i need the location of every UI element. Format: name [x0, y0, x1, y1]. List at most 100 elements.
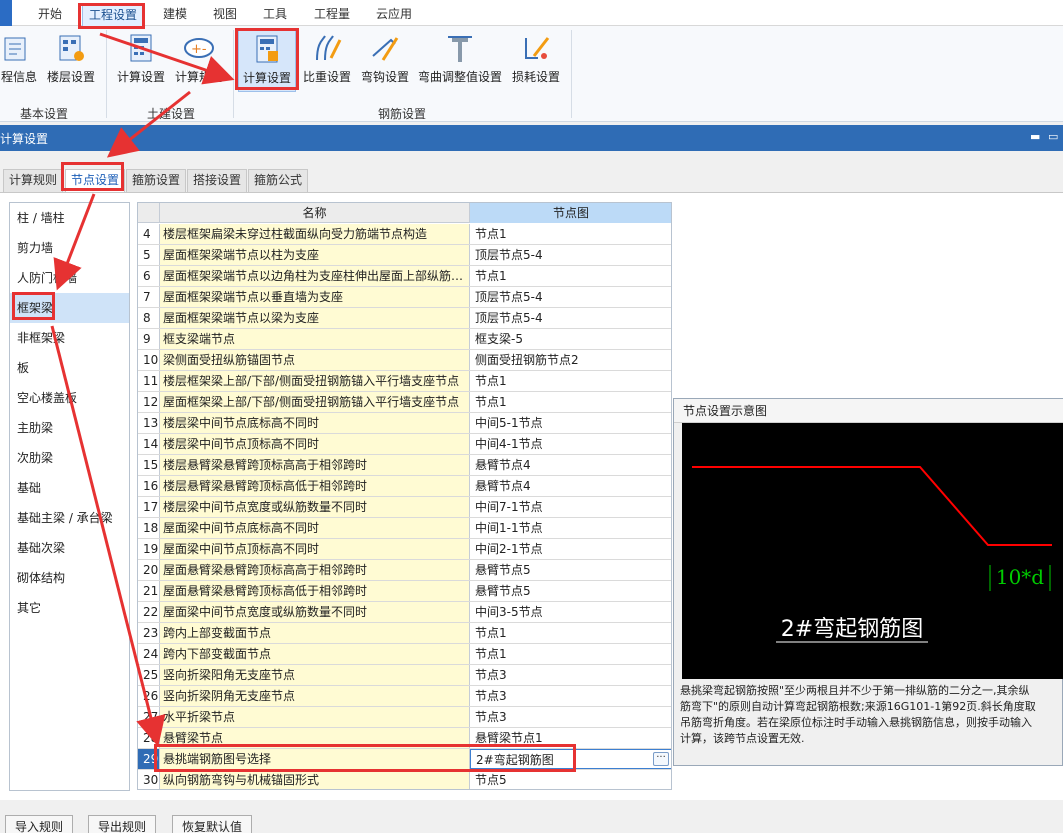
- app-logo-icon[interactable]: [0, 0, 12, 26]
- table-row[interactable]: 22 屋面梁中间节点宽度或纵筋数量不同时 中间3-5节点: [138, 602, 671, 623]
- hook-settings-button[interactable]: 弯钩设置: [358, 30, 412, 92]
- tab-calc-rules[interactable]: 计算规则: [3, 169, 64, 192]
- rebar-loss-icon: [525, 37, 550, 59]
- row-diagram-cell[interactable]: 悬臂节点5: [470, 560, 671, 580]
- row-diagram-cell[interactable]: 框支梁-5: [470, 329, 671, 349]
- row-diagram-cell[interactable]: 中间4-1节点: [470, 434, 671, 454]
- table-row[interactable]: 5 屋面框架梁端节点以柱为支座 顶层节点5-4: [138, 245, 671, 266]
- row-diagram-cell[interactable]: 中间2-1节点: [470, 539, 671, 559]
- nav-item-column-wall-column[interactable]: 柱 / 墙柱: [10, 203, 129, 233]
- row-diagram-cell[interactable]: 节点5: [470, 770, 671, 789]
- row-number: 22: [138, 602, 160, 622]
- table-row[interactable]: 8 屋面框架梁端节点以梁为支座 顶层节点5-4: [138, 308, 671, 329]
- restore-default-button[interactable]: 恢复默认值: [172, 815, 253, 833]
- civil-calc-rules-button[interactable]: +- 计算规则: [172, 30, 226, 92]
- table-row[interactable]: 19 屋面梁中间节点顶标高不同时 中间2-1节点: [138, 539, 671, 560]
- table-row[interactable]: 10 梁侧面受扭纵筋锚固节点 侧面受扭钢筋节点2: [138, 350, 671, 371]
- grid-header-diagram[interactable]: 节点图: [470, 203, 671, 223]
- table-row[interactable]: 16 楼层悬臂梁悬臂跨顶标高低于相邻跨时 悬臂节点4: [138, 476, 671, 497]
- table-row[interactable]: 24 跨内下部变截面节点 节点1: [138, 644, 671, 665]
- floor-settings-button[interactable]: 楼层设置: [44, 30, 98, 92]
- tab-stirrup-formula[interactable]: 箍筋公式: [248, 169, 309, 192]
- table-row[interactable]: 4 楼层框架扁梁未穿过柱截面纵向受力筋端节点构造 节点1: [138, 224, 671, 245]
- nav-item-masonry-structure[interactable]: 砌体结构: [10, 563, 129, 593]
- table-row[interactable]: 30 纵向钢筋弯钩与机械锚固形式 节点5: [138, 770, 671, 789]
- row-diagram-cell[interactable]: 悬臂节点4: [470, 455, 671, 475]
- grid-header-name[interactable]: 名称: [160, 203, 470, 223]
- loss-settings-button[interactable]: 损耗设置: [509, 30, 563, 92]
- table-row[interactable]: 13 楼层梁中间节点底标高不同时 中间5-1节点: [138, 413, 671, 434]
- menu-tab-quantity[interactable]: 工程量: [308, 5, 356, 26]
- row-diagram-cell[interactable]: 节点1: [470, 623, 671, 643]
- menu-tab-cloud[interactable]: 云应用: [370, 5, 418, 26]
- table-row[interactable]: 17 楼层梁中间节点宽度或纵筋数量不同时 中间7-1节点: [138, 497, 671, 518]
- menu-tab-start[interactable]: 开始: [32, 5, 68, 26]
- nav-item-non-frame-beam[interactable]: 非框架梁: [10, 323, 129, 353]
- calc-rules-icon: +-: [184, 38, 214, 58]
- table-row[interactable]: 27 水平折梁节点 节点3: [138, 707, 671, 728]
- bend-adjust-settings-button[interactable]: 弯曲调整值设置: [415, 30, 505, 92]
- menu-tab-tools[interactable]: 工具: [257, 5, 293, 26]
- table-row[interactable]: 15 楼层悬臂梁悬臂跨顶标高高于相邻跨时 悬臂节点4: [138, 455, 671, 476]
- row-diagram-cell[interactable]: 节点1: [470, 266, 671, 286]
- table-row[interactable]: 20 屋面悬臂梁悬臂跨顶标高高于相邻跨时 悬臂节点5: [138, 560, 671, 581]
- row-name-cell: 楼层框架扁梁未穿过柱截面纵向受力筋端节点构造: [160, 224, 470, 244]
- menu-tab-modeling[interactable]: 建模: [157, 5, 193, 26]
- nav-item-other[interactable]: 其它: [10, 593, 129, 623]
- row-diagram-cell[interactable]: 节点1: [470, 392, 671, 412]
- row-diagram-cell[interactable]: 节点1: [470, 644, 671, 664]
- table-row[interactable]: 9 框支梁端节点 框支梁-5: [138, 329, 671, 350]
- row-name-cell: 竖向折梁阳角无支座节点: [160, 665, 470, 685]
- row-diagram-cell[interactable]: 侧面受扭钢筋节点2: [470, 350, 671, 370]
- export-rules-button[interactable]: 导出规则: [88, 815, 157, 833]
- row-diagram-cell[interactable]: 中间7-1节点: [470, 497, 671, 517]
- table-row[interactable]: 21 屋面悬臂梁悬臂跨顶标高低于相邻跨时 悬臂节点5: [138, 581, 671, 602]
- nav-item-foundation-main-beam[interactable]: 基础主梁 / 承台梁: [10, 503, 129, 533]
- row-diagram-cell[interactable]: 节点3: [470, 686, 671, 706]
- nav-item-foundation[interactable]: 基础: [10, 473, 129, 503]
- row-diagram-value: 节点3: [475, 668, 507, 682]
- table-row[interactable]: 11 楼层框架梁上部/下部/侧面受扭钢筋锚入平行墙支座节点 节点1: [138, 371, 671, 392]
- table-row[interactable]: 6 屋面框架梁端节点以边角柱为支座柱伸出屋面上部纵筋… 节点1: [138, 266, 671, 287]
- tab-lap-settings[interactable]: 搭接设置: [187, 169, 248, 192]
- table-row[interactable]: 26 竖向折梁阴角无支座节点 节点3: [138, 686, 671, 707]
- nav-item-main-rib-beam[interactable]: 主肋梁: [10, 413, 129, 443]
- row-diagram-cell[interactable]: 顶层节点5-4: [470, 287, 671, 307]
- table-row[interactable]: 12 屋面框架梁上部/下部/侧面受扭钢筋锚入平行墙支座节点 节点1: [138, 392, 671, 413]
- row-diagram-value: 节点1: [475, 647, 507, 661]
- nav-item-shear-wall[interactable]: 剪力墙: [10, 233, 129, 263]
- weight-settings-button[interactable]: 比重设置: [300, 30, 354, 92]
- row-diagram-value: 中间1-1节点: [475, 521, 543, 535]
- nav-item-foundation-secondary-beam[interactable]: 基础次梁: [10, 533, 129, 563]
- minimize-icon[interactable]: ▬: [1030, 130, 1040, 143]
- row-diagram-cell[interactable]: 中间1-1节点: [470, 518, 671, 538]
- row-diagram-cell[interactable]: 顶层节点5-4: [470, 245, 671, 265]
- row-diagram-cell[interactable]: 节点3: [470, 665, 671, 685]
- table-row[interactable]: 25 竖向折梁阳角无支座节点 节点3: [138, 665, 671, 686]
- row-diagram-value: 节点3: [475, 689, 507, 703]
- nav-item-civil-defense-door-frame-wall[interactable]: 人防门框墙: [10, 263, 129, 293]
- ellipsis-button[interactable]: ···: [653, 752, 669, 766]
- civil-calc-settings-button[interactable]: 计算设置: [114, 30, 168, 92]
- nav-item-secondary-rib-beam[interactable]: 次肋梁: [10, 443, 129, 473]
- row-diagram-cell[interactable]: 顶层节点5-4: [470, 308, 671, 328]
- nav-item-slab[interactable]: 板: [10, 353, 129, 383]
- tab-stirrup-settings[interactable]: 箍筋设置: [126, 169, 187, 192]
- row-diagram-cell[interactable]: 节点1: [470, 224, 671, 244]
- import-rules-button[interactable]: 导入规则: [5, 815, 74, 833]
- nav-item-hollow-floor-slab[interactable]: 空心楼盖板: [10, 383, 129, 413]
- restore-icon[interactable]: ▭: [1048, 130, 1058, 143]
- row-diagram-cell[interactable]: 节点3: [470, 707, 671, 727]
- table-row[interactable]: 14 楼层梁中间节点顶标高不同时 中间4-1节点: [138, 434, 671, 455]
- description-line: 计算，该跨节点设置无效.: [680, 732, 805, 745]
- table-row[interactable]: 23 跨内上部变截面节点 节点1: [138, 623, 671, 644]
- table-row[interactable]: 18 屋面梁中间节点底标高不同时 中间1-1节点: [138, 518, 671, 539]
- project-info-button[interactable]: 程信息: [0, 30, 38, 92]
- row-diagram-cell[interactable]: 中间5-1节点: [470, 413, 671, 433]
- menu-tab-view[interactable]: 视图: [207, 5, 243, 26]
- row-diagram-cell[interactable]: 节点1: [470, 371, 671, 391]
- row-diagram-cell[interactable]: 悬臂节点5: [470, 581, 671, 601]
- row-diagram-cell[interactable]: 悬臂节点4: [470, 476, 671, 496]
- table-row[interactable]: 7 屋面框架梁端节点以垂直墙为支座 顶层节点5-4: [138, 287, 671, 308]
- row-diagram-cell[interactable]: 中间3-5节点: [470, 602, 671, 622]
